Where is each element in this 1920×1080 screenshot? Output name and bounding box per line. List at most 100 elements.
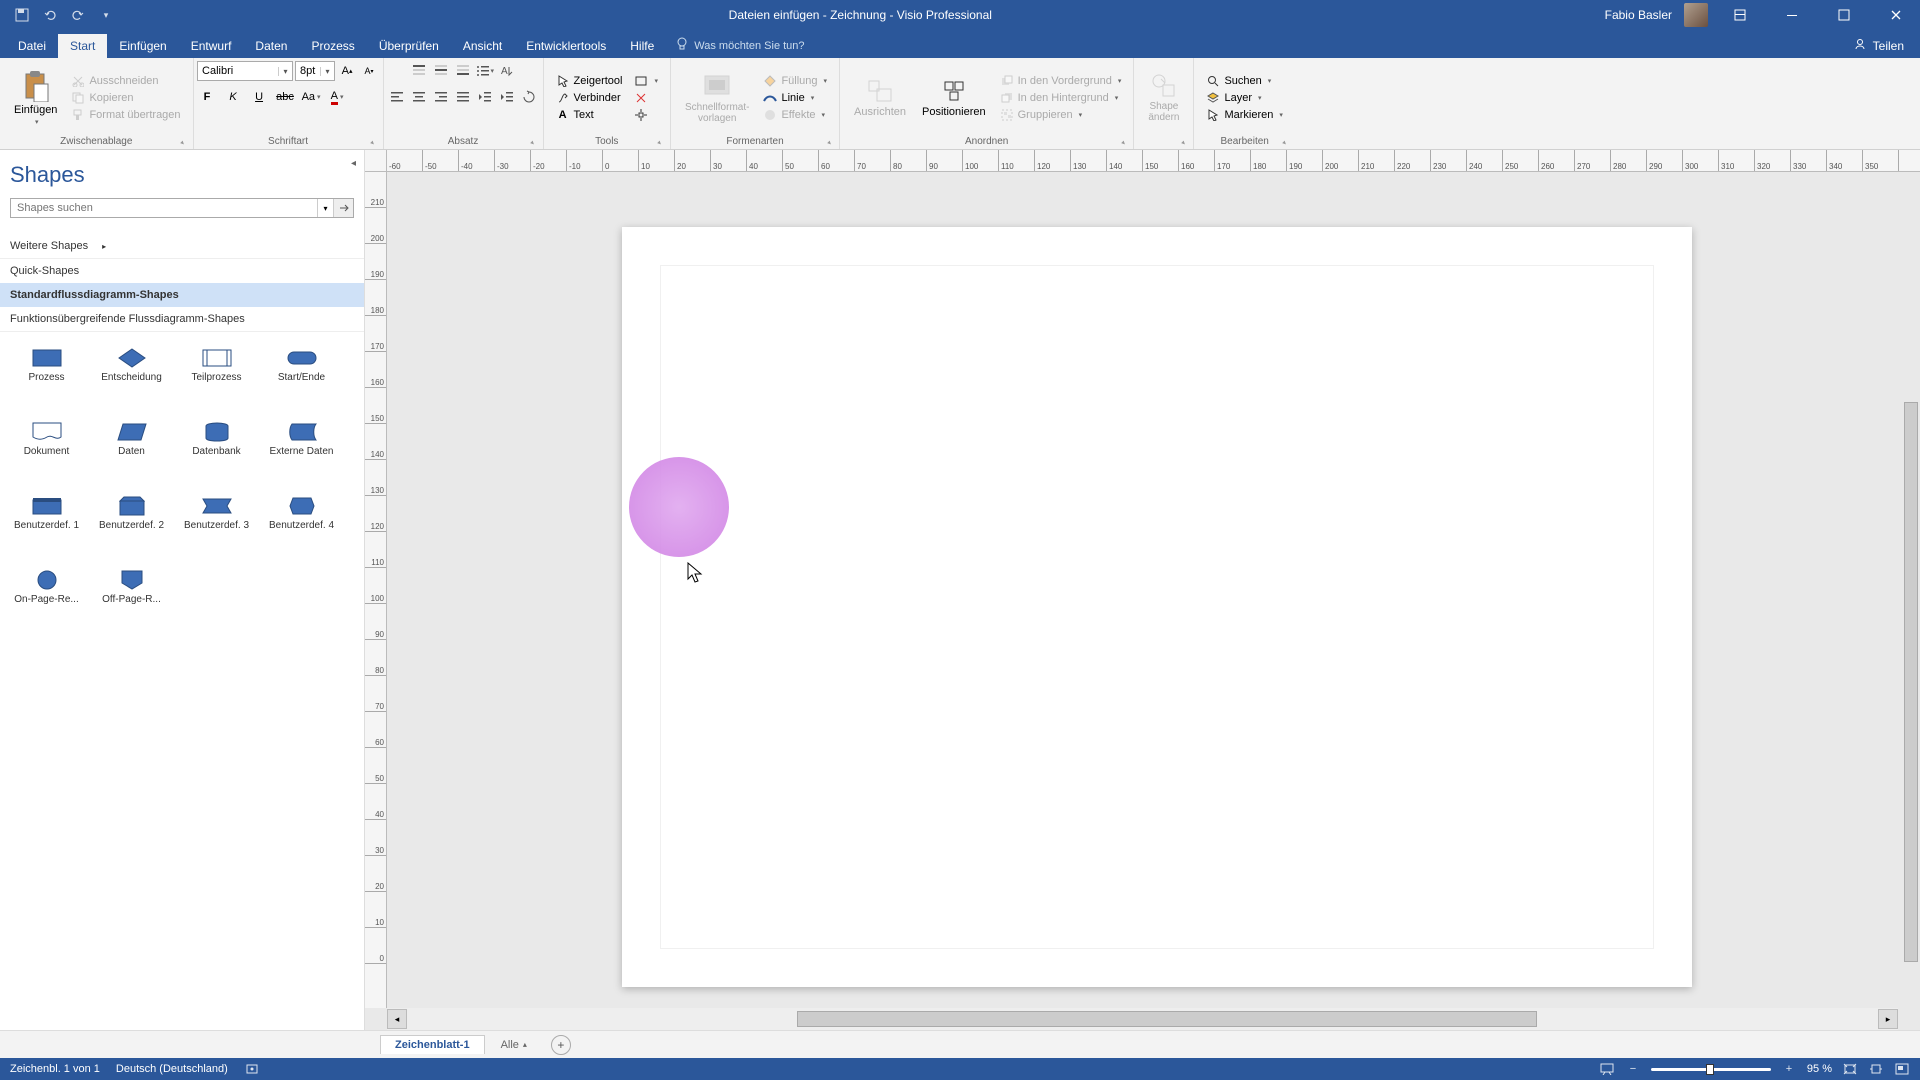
- drawing-page[interactable]: [622, 227, 1692, 987]
- justify-icon[interactable]: [453, 87, 473, 107]
- status-language[interactable]: Deutsch (Deutschland): [116, 1063, 228, 1075]
- macro-record-icon[interactable]: [244, 1061, 260, 1077]
- tab-prozess[interactable]: Prozess: [299, 34, 366, 58]
- align-right-icon[interactable]: [431, 87, 451, 107]
- vscroll-thumb[interactable]: [1904, 402, 1918, 962]
- ruler-vertical[interactable]: 2102001901801701601501401301201101009080…: [365, 172, 387, 1008]
- align-bottom-icon[interactable]: [453, 61, 473, 81]
- format-painter-button[interactable]: Format übertragen: [67, 107, 184, 123]
- ruler-horizontal[interactable]: -60-50-40-30-20-100102030405060708090100…: [387, 150, 1920, 172]
- shape-custom4[interactable]: Benutzerdef. 4: [259, 488, 344, 562]
- effects-button[interactable]: Effekte▾: [759, 107, 831, 123]
- indent-decrease-icon[interactable]: [475, 87, 495, 107]
- redo-icon[interactable]: [68, 5, 88, 25]
- indent-increase-icon[interactable]: [497, 87, 517, 107]
- rectangle-tool-button[interactable]: ▾: [630, 73, 662, 89]
- position-button[interactable]: Positionieren: [916, 76, 992, 120]
- canvas[interactable]: [387, 172, 1920, 1008]
- presentation-mode-icon[interactable]: [1599, 1061, 1615, 1077]
- bold-button[interactable]: F: [197, 87, 217, 107]
- fit-width-icon[interactable]: [1868, 1061, 1884, 1077]
- pan-zoom-window-icon[interactable]: [1894, 1061, 1910, 1077]
- text-direction-icon[interactable]: A: [497, 61, 517, 81]
- quick-styles-button[interactable]: Schnellformat- vorlagen: [679, 70, 755, 126]
- font-family-combo[interactable]: ▾: [197, 61, 293, 81]
- shape-database[interactable]: Datenbank: [174, 414, 259, 488]
- tab-entwurf[interactable]: Entwurf: [179, 34, 244, 58]
- shape-data[interactable]: Daten: [89, 414, 174, 488]
- align-middle-icon[interactable]: [431, 61, 451, 81]
- shape-custom1[interactable]: Benutzerdef. 1: [4, 488, 89, 562]
- tab-datei[interactable]: Datei: [6, 34, 58, 58]
- shape-document[interactable]: Dokument: [4, 414, 89, 488]
- more-shapes-item[interactable]: Weitere Shapes▸: [0, 234, 364, 259]
- zoom-label[interactable]: 95 %: [1807, 1063, 1832, 1075]
- add-page-button[interactable]: +: [551, 1035, 571, 1055]
- font-color-button[interactable]: A▾: [327, 87, 347, 107]
- align-top-icon[interactable]: [409, 61, 429, 81]
- layer-button[interactable]: Layer▾: [1202, 90, 1286, 106]
- strikethrough-button[interactable]: abc: [275, 87, 295, 107]
- italic-button[interactable]: K: [223, 87, 243, 107]
- share-button[interactable]: Teilen: [1873, 39, 1904, 53]
- zoom-out-button[interactable]: −: [1625, 1061, 1641, 1077]
- sidebar-collapse-icon[interactable]: ◂: [351, 158, 365, 172]
- copy-button[interactable]: Kopieren: [67, 90, 184, 106]
- zoom-slider[interactable]: [1651, 1068, 1771, 1071]
- tab-daten[interactable]: Daten: [243, 34, 299, 58]
- font-size-combo[interactable]: ▾: [295, 61, 335, 81]
- cut-button[interactable]: Ausschneiden: [67, 73, 184, 89]
- ribbon-options-icon[interactable]: [1720, 0, 1760, 30]
- case-button[interactable]: Aa▾: [301, 87, 321, 107]
- shape-onpage-ref[interactable]: On-Page-Re...: [4, 562, 89, 636]
- horizontal-scrollbar[interactable]: ◂ ▸: [387, 1008, 1898, 1030]
- underline-button[interactable]: U: [249, 87, 269, 107]
- shape-search[interactable]: ▾: [10, 198, 354, 218]
- connection-point-button[interactable]: [630, 107, 662, 123]
- close-button[interactable]: [1876, 0, 1916, 30]
- change-shape-button[interactable]: Shape ändern: [1142, 71, 1185, 125]
- shape-process[interactable]: Prozess: [4, 340, 89, 414]
- bullets-icon[interactable]: ▾: [475, 61, 495, 81]
- undo-icon[interactable]: [40, 5, 60, 25]
- tab-start[interactable]: Start: [58, 34, 107, 58]
- tab-entwicklertools[interactable]: Entwicklertools: [514, 34, 618, 58]
- connector-tool-button[interactable]: Verbinder: [552, 90, 627, 106]
- cat-quick-shapes[interactable]: Quick-Shapes: [0, 259, 364, 283]
- cat-crossfunc-flowchart[interactable]: Funktionsübergreifende Flussdiagramm-Sha…: [0, 307, 364, 332]
- shape-external-data[interactable]: Externe Daten: [259, 414, 344, 488]
- tab-ansicht[interactable]: Ansicht: [451, 34, 514, 58]
- bring-front-button[interactable]: In den Vordergrund▾: [996, 73, 1126, 89]
- align-center-icon[interactable]: [409, 87, 429, 107]
- minimize-button[interactable]: [1772, 0, 1812, 30]
- shape-offpage-ref[interactable]: Off-Page-R...: [89, 562, 174, 636]
- user-avatar[interactable]: [1684, 3, 1708, 27]
- grow-font-icon[interactable]: A▴: [337, 61, 357, 81]
- find-button[interactable]: Suchen▾: [1202, 73, 1286, 89]
- search-go-icon[interactable]: [333, 199, 353, 217]
- align-button[interactable]: Ausrichten: [848, 76, 912, 120]
- fit-page-icon[interactable]: [1842, 1061, 1858, 1077]
- select-button[interactable]: Markieren▾: [1202, 107, 1286, 123]
- connector-delete-button[interactable]: [630, 90, 662, 106]
- rotate-text-icon[interactable]: [519, 87, 539, 107]
- tell-me-box[interactable]: Was möchten Sie tun?: [676, 37, 804, 58]
- zoom-in-button[interactable]: +: [1781, 1061, 1797, 1077]
- send-back-button[interactable]: In den Hintergrund▾: [996, 90, 1126, 106]
- tab-einfuegen[interactable]: Einfügen: [107, 34, 178, 58]
- page-tab-1[interactable]: Zeichenblatt-1: [380, 1035, 485, 1054]
- fill-button[interactable]: Füllung▾: [759, 73, 831, 89]
- vertical-scrollbar[interactable]: [1904, 402, 1918, 970]
- maximize-button[interactable]: [1824, 0, 1864, 30]
- save-icon[interactable]: [12, 5, 32, 25]
- hscroll-track[interactable]: [407, 1011, 1878, 1027]
- pointer-tool-button[interactable]: Zeigertool: [552, 73, 627, 89]
- paste-button[interactable]: Einfügen ▾: [8, 68, 63, 128]
- shape-decision[interactable]: Entscheidung: [89, 340, 174, 414]
- cat-standard-flowchart[interactable]: Standardflussdiagramm-Shapes: [0, 283, 364, 307]
- tab-hilfe[interactable]: Hilfe: [618, 34, 666, 58]
- shape-subprocess[interactable]: Teilprozess: [174, 340, 259, 414]
- text-tool-button[interactable]: AText: [552, 107, 627, 123]
- shape-search-input[interactable]: [11, 199, 317, 217]
- page-tab-all[interactable]: Alle▴: [489, 1036, 539, 1054]
